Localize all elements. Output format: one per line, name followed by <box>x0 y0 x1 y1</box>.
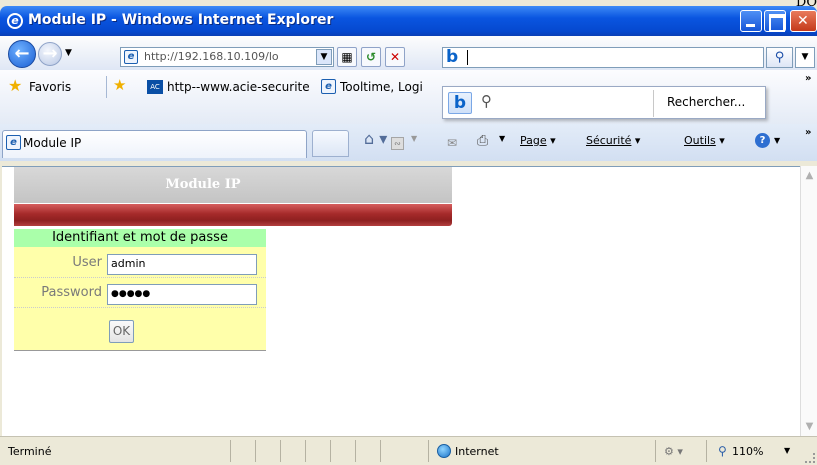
favorite-link[interactable]: Tooltime, Logi <box>340 80 440 94</box>
compatibility-view-button[interactable]: ▦ <box>337 47 357 67</box>
search-suggestion-label[interactable]: Rechercher... <box>667 95 745 109</box>
corner-text: DO <box>795 0 817 10</box>
page-menu[interactable]: Page ▾ <box>520 134 556 147</box>
divider <box>653 90 654 117</box>
user-field[interactable]: admin <box>107 254 257 275</box>
scroll-down-icon[interactable]: ▼ <box>802 419 817 434</box>
favorites-button[interactable]: Favoris <box>29 80 71 94</box>
tab-title: Module IP <box>23 136 82 150</box>
user-label: User <box>72 255 102 270</box>
ie-icon: e <box>7 13 23 29</box>
password-label: Password <box>41 285 102 300</box>
internet-globe-icon <box>437 444 451 458</box>
zoom-dropdown-icon[interactable]: ▼ <box>784 446 790 455</box>
feeds-dropdown-icon[interactable]: ▼ <box>411 134 417 143</box>
tools-menu[interactable]: Outils ▾ <box>684 134 725 147</box>
stop-button[interactable]: ✕ <box>385 47 405 67</box>
divider <box>255 440 256 462</box>
divider <box>230 440 231 462</box>
address-toolbar: ← → ▼ e http://192.168.10.109/lo ▼ ▦ ↺ ✕… <box>0 36 817 70</box>
add-favorite-icon[interactable]: ★ <box>113 78 126 93</box>
url-text: http://192.168.10.109/lo <box>144 50 279 63</box>
page-menu-label: Page <box>520 134 547 147</box>
security-menu[interactable]: Sécurité ▾ <box>586 134 640 147</box>
print-icon[interactable]: ⎙ <box>477 133 488 149</box>
text-caret <box>467 50 468 65</box>
protected-mode-icon[interactable]: ⚙ ▾ <box>664 445 683 458</box>
divider <box>106 76 107 98</box>
status-text: Terminé <box>8 445 52 458</box>
tab-row: e Module IP ⌂ ▾ ∾ ▼ ✉ ⎙ ▼ Page ▾ Sécurit… <box>0 124 817 161</box>
refresh-button[interactable]: ↺ <box>361 47 381 67</box>
ok-button[interactable]: OK <box>109 320 134 343</box>
title-bar: e Module IP - Windows Internet Explorer <box>0 6 817 36</box>
password-row: Password ●●●●● <box>14 278 266 308</box>
divider <box>655 440 656 462</box>
bing-icon: b <box>446 47 459 67</box>
chevron-more-icon[interactable]: » <box>805 127 811 138</box>
mail-icon[interactable]: ✉ <box>447 136 457 150</box>
close-button[interactable] <box>790 10 817 32</box>
search-options-dropdown[interactable]: ▼ <box>795 47 815 68</box>
feeds-icon[interactable]: ∾ <box>391 137 404 150</box>
resize-grip[interactable] <box>805 453 815 463</box>
help-dropdown-icon[interactable]: ▼ <box>774 136 780 145</box>
favorite-link[interactable]: http--www.acie-securite <box>167 80 310 94</box>
forward-button[interactable]: → <box>38 42 62 66</box>
search-button[interactable]: ⚲ <box>766 47 793 68</box>
divider <box>355 440 356 462</box>
divider <box>305 440 306 462</box>
site-favicon: AC <box>147 80 163 94</box>
tools-menu-label: Outils <box>684 134 716 147</box>
forward-arrow-icon: → <box>42 43 58 64</box>
maximize-button[interactable] <box>764 10 786 32</box>
zoom-icon: ⚲ <box>718 444 727 458</box>
login-heading: Identifiant et mot de passe <box>14 229 266 247</box>
divider <box>428 440 429 462</box>
print-dropdown-icon[interactable]: ▼ <box>499 134 505 143</box>
security-menu-label: Sécurité <box>586 134 632 147</box>
divider <box>280 440 281 462</box>
help-icon[interactable]: ? <box>755 133 770 148</box>
password-field[interactable]: ●●●●● <box>107 284 257 305</box>
home-icon[interactable]: ⌂ ▾ <box>364 131 387 147</box>
address-field[interactable]: e http://192.168.10.109/lo ▼ <box>120 47 334 67</box>
scroll-up-icon[interactable]: ▲ <box>802 168 817 183</box>
browser-window: DO e Module IP - Windows Internet Explor… <box>0 0 817 465</box>
divider <box>706 440 707 462</box>
ie-page-icon: e <box>124 50 138 64</box>
divider <box>380 440 381 462</box>
window-title: Module IP - Windows Internet Explorer <box>28 12 334 28</box>
chevron-more-icon[interactable]: » <box>805 73 811 84</box>
address-dropdown-button[interactable]: ▼ <box>316 49 332 65</box>
search-magnifier-icon[interactable]: ⚲ <box>481 92 492 110</box>
user-row: User admin <box>14 248 266 278</box>
minimize-button[interactable] <box>740 10 762 32</box>
favorites-star-icon: ★ <box>8 76 23 95</box>
header-red-bar <box>14 204 452 226</box>
page-title: Module IP <box>165 177 241 192</box>
login-form: Identifiant et mot de passe User admin P… <box>14 229 266 351</box>
ie-page-icon: e <box>321 79 336 94</box>
status-bar: Terminé Internet ⚙ ▾ ⚲ 110% ▼ <box>0 436 817 465</box>
zoom-level[interactable]: 110% <box>732 445 763 458</box>
page-viewport: Module IP Identifiant et mot de passe Us… <box>2 166 800 436</box>
ie-page-icon: e <box>6 135 21 150</box>
bing-icon[interactable]: b <box>448 92 472 114</box>
new-tab-button[interactable] <box>312 130 349 157</box>
tab-module-ip[interactable]: e Module IP <box>2 130 307 158</box>
search-input[interactable]: b <box>442 47 764 68</box>
back-arrow-icon: ← <box>14 43 30 64</box>
back-button[interactable]: ← <box>8 40 36 68</box>
module-header: Module IP <box>14 167 452 203</box>
divider <box>330 440 331 462</box>
security-zone[interactable]: Internet <box>455 445 499 458</box>
search-suggestion-popup: b ⚲ Rechercher... <box>442 86 766 119</box>
recent-pages-dropdown[interactable]: ▼ <box>65 48 72 58</box>
vertical-scrollbar[interactable]: ▲ ▼ <box>800 166 817 436</box>
